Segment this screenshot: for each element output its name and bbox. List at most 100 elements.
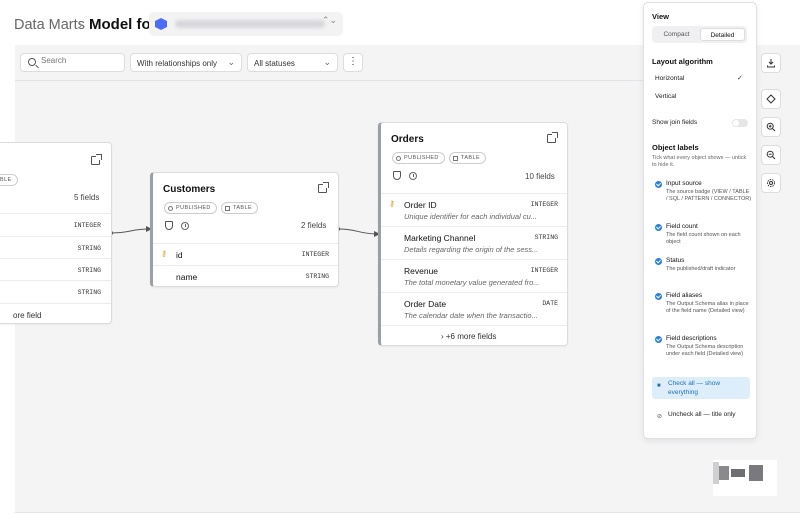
detailed-view-button[interactable]: Detailed bbox=[700, 28, 745, 41]
field-count: 2 fields bbox=[301, 221, 327, 230]
source-label: TABLE bbox=[233, 205, 253, 211]
status-label: PUBLISHED bbox=[176, 205, 211, 211]
field-count: 5 fields bbox=[74, 193, 100, 202]
key-icon: ⚷ bbox=[161, 249, 167, 258]
check-all-button[interactable]: ■ Check all — show everything bbox=[652, 377, 750, 399]
edge-left-to-customers bbox=[111, 228, 151, 234]
source-label: TABLE bbox=[461, 155, 481, 161]
minimap-viewport bbox=[713, 462, 719, 484]
join-fields-label: Show join fields bbox=[652, 119, 698, 126]
field-type: STRING bbox=[534, 234, 558, 241]
more-fields-row[interactable]: › +6 more fields bbox=[381, 325, 567, 347]
layout-heading: Layout algorithm bbox=[652, 57, 713, 66]
field-type: INTEGER bbox=[530, 267, 558, 274]
field-name: Order Date bbox=[404, 299, 447, 309]
history-icon bbox=[181, 222, 189, 230]
view-heading: View bbox=[652, 12, 669, 21]
source-badge: BLE bbox=[0, 174, 18, 186]
field-name: Marketing Channel bbox=[404, 233, 476, 243]
status-checkbox[interactable] bbox=[655, 258, 662, 265]
field-row[interactable]: Revenue INTEGER The total monetary value… bbox=[381, 259, 567, 292]
layout-horizontal-option[interactable]: Horizontal bbox=[655, 75, 684, 82]
key-icon: ⚷ bbox=[389, 199, 395, 208]
input-source-label: Input source bbox=[666, 180, 702, 187]
source-badge: TABLE bbox=[221, 202, 259, 214]
status-label: PUBLISHED bbox=[404, 155, 439, 161]
minimap-node bbox=[749, 465, 763, 481]
field-row[interactable]: Marketing Channel STRING Details regardi… bbox=[381, 226, 567, 259]
more-fields-row[interactable]: ore field bbox=[0, 303, 111, 325]
field-row: STRING bbox=[0, 280, 111, 303]
minimap-node bbox=[731, 469, 745, 477]
more-fields-label: › +6 more fields bbox=[441, 332, 497, 341]
field-description: Details regarding the origin of the sess… bbox=[404, 245, 539, 254]
minimap[interactable] bbox=[713, 460, 777, 496]
table-icon bbox=[225, 205, 230, 211]
edge-customers-to-orders bbox=[338, 228, 379, 235]
more-fields-label: ore field bbox=[13, 311, 42, 320]
field-descriptions-checkbox[interactable] bbox=[655, 336, 662, 343]
field-type: STRING bbox=[77, 289, 101, 296]
field-row: INTEGER bbox=[0, 213, 111, 236]
uncheck-all-label: Uncheck all — title only bbox=[668, 411, 736, 418]
field-row[interactable]: Order Date DATE The calendar date when t… bbox=[381, 292, 567, 325]
field-type: INTEGER bbox=[530, 201, 558, 208]
compact-view-button[interactable]: Compact bbox=[654, 28, 699, 41]
input-source-checkbox[interactable] bbox=[655, 181, 662, 188]
table-icon bbox=[453, 155, 458, 161]
field-count: 10 fields bbox=[525, 172, 555, 181]
card-title: Orders bbox=[391, 134, 424, 145]
published-icon bbox=[168, 205, 173, 211]
checkmark-icon: ✓ bbox=[737, 75, 743, 82]
status-badge: PUBLISHED bbox=[164, 202, 217, 214]
uncheck-all-button[interactable]: ⊘ Uncheck all — title only bbox=[652, 408, 750, 421]
field-row[interactable]: ⚷ Order ID INTEGER Unique identifier for… bbox=[381, 193, 567, 226]
field-description: The calendar date when the transactio... bbox=[404, 311, 538, 320]
field-descriptions-desc: The Output Schema description under each… bbox=[666, 344, 744, 357]
source-badge: TABLE bbox=[449, 152, 487, 164]
field-name: Order ID bbox=[404, 200, 437, 210]
layout-vertical-option[interactable]: Vertical bbox=[655, 93, 676, 100]
field-name: Revenue bbox=[404, 266, 439, 276]
field-row: STRING bbox=[0, 258, 111, 280]
field-type: INTEGER bbox=[301, 251, 329, 258]
object-labels-heading: Object labels bbox=[652, 143, 699, 152]
object-card-orders[interactable]: Orders PUBLISHED TABLE 10 fields ⚷ Order… bbox=[378, 122, 568, 346]
card-title: Customers bbox=[163, 184, 216, 195]
join-fields-toggle[interactable] bbox=[732, 119, 748, 127]
field-name: name bbox=[176, 272, 198, 282]
field-description: Unique identifier for each individual cu… bbox=[404, 212, 537, 221]
field-count-label: Field count bbox=[666, 223, 698, 230]
input-source-desc: The source badge (VIEW / TABLE / SQL / P… bbox=[666, 189, 752, 202]
field-aliases-checkbox[interactable] bbox=[655, 293, 662, 300]
view-settings-panel: View Compact Detailed Layout algorithm H… bbox=[643, 2, 757, 439]
history-icon bbox=[409, 172, 417, 180]
field-row[interactable]: name STRING bbox=[153, 265, 338, 287]
view-mode-toggle: Compact Detailed bbox=[652, 26, 747, 43]
field-type: INTEGER bbox=[73, 222, 101, 229]
field-count-checkbox[interactable] bbox=[655, 224, 662, 231]
field-descriptions-label: Field descriptions bbox=[666, 335, 717, 342]
field-type: STRING bbox=[305, 273, 329, 280]
field-type: STRING bbox=[77, 245, 101, 252]
status-badge: PUBLISHED bbox=[392, 152, 445, 164]
field-row: STRING bbox=[0, 236, 111, 258]
field-count-desc: The field count shown on each object bbox=[666, 232, 741, 245]
field-type: STRING bbox=[77, 267, 101, 274]
object-labels-help: Tick what every object shows — untick to… bbox=[652, 155, 747, 168]
check-all-label: Check all — show everything bbox=[668, 380, 721, 396]
field-row[interactable]: ⚷ id INTEGER bbox=[153, 243, 338, 265]
uncheck-all-icon: ⊘ bbox=[657, 414, 663, 420]
minimap-node bbox=[719, 466, 729, 480]
field-type: DATE bbox=[542, 300, 558, 307]
check-all-icon: ■ bbox=[657, 383, 661, 389]
external-link-icon[interactable] bbox=[91, 154, 102, 165]
status-label: Status bbox=[666, 257, 685, 264]
field-description: The total monetary value generated fro..… bbox=[404, 278, 540, 287]
external-link-icon[interactable] bbox=[547, 132, 558, 143]
object-card-left[interactable]: BLE 5 fields INTEGER STRING STRING STRIN… bbox=[0, 142, 112, 324]
published-icon bbox=[396, 155, 401, 161]
external-link-icon[interactable] bbox=[318, 182, 329, 193]
object-card-customers[interactable]: Customers PUBLISHED TABLE 2 fields ⚷ id … bbox=[150, 172, 339, 287]
field-name: id bbox=[176, 250, 183, 260]
